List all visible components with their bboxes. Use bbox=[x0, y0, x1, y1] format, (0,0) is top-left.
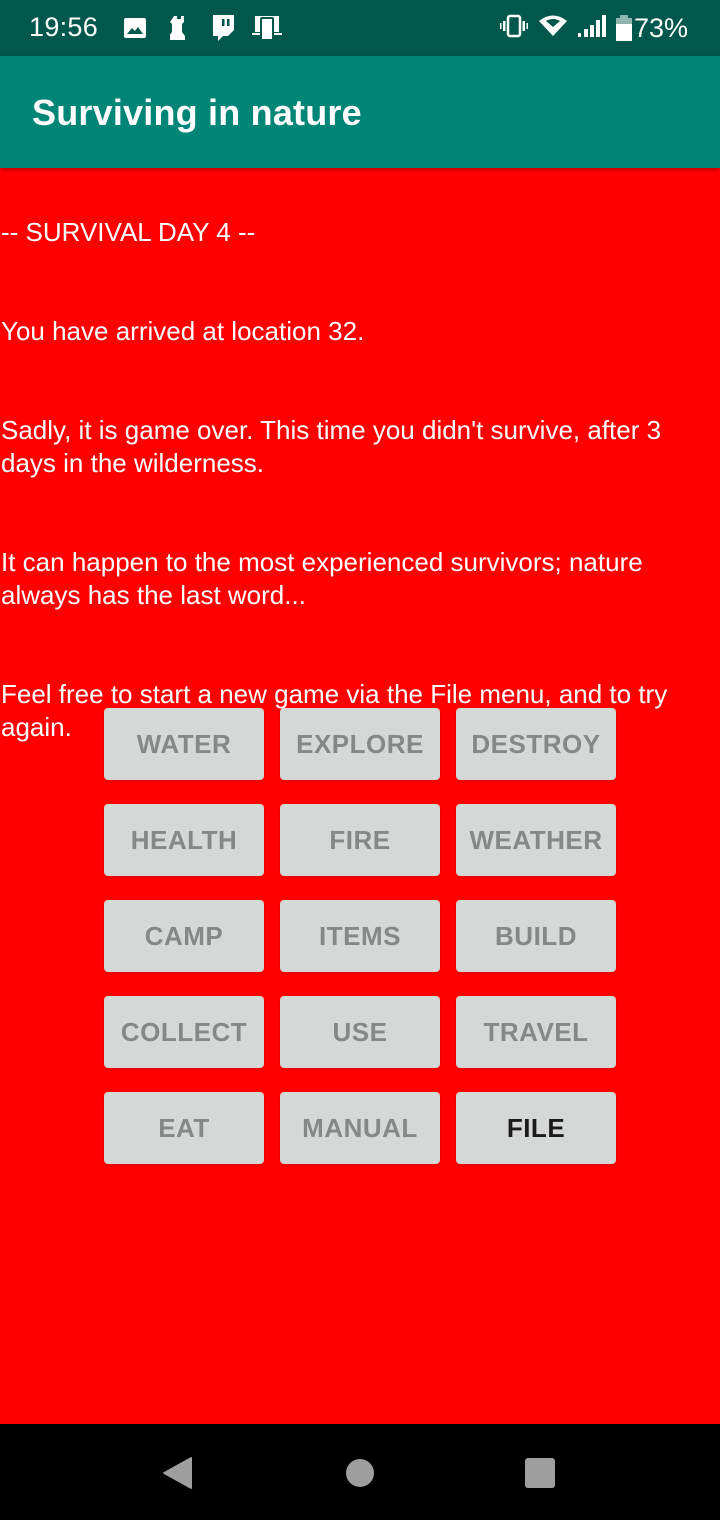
chess-rook-icon bbox=[170, 14, 188, 42]
manual-button[interactable]: MANUAL bbox=[280, 1092, 440, 1164]
log-line-day: -- SURVIVAL DAY 4 -- bbox=[1, 217, 256, 247]
back-button[interactable] bbox=[161, 1456, 195, 1490]
system-status-icons: 73% bbox=[499, 12, 688, 44]
file-button[interactable]: FILE bbox=[456, 1092, 616, 1164]
image-icon bbox=[123, 14, 147, 42]
eat-button[interactable]: EAT bbox=[104, 1092, 264, 1164]
travel-button[interactable]: TRAVEL bbox=[456, 996, 616, 1068]
status-bar: 19:56 73% bbox=[0, 0, 720, 56]
game-screen: -- SURVIVAL DAY 4 -- You have arrived at… bbox=[0, 168, 720, 1424]
log-line-location: You have arrived at location 32. bbox=[1, 316, 365, 346]
vibrate-icon bbox=[499, 14, 528, 43]
home-button[interactable] bbox=[343, 1456, 377, 1490]
build-button[interactable]: BUILD bbox=[456, 900, 616, 972]
weather-button[interactable]: WEATHER bbox=[456, 804, 616, 876]
navigation-bar bbox=[0, 1424, 720, 1520]
device-sync-icon bbox=[252, 14, 282, 42]
recents-button[interactable] bbox=[523, 1456, 557, 1490]
collect-button[interactable]: COLLECT bbox=[104, 996, 264, 1068]
use-button[interactable]: USE bbox=[280, 996, 440, 1068]
action-button-grid: WATER EXPLORE DESTROY HEALTH FIRE WEATHE… bbox=[104, 708, 616, 1164]
app-title: Surviving in nature bbox=[32, 92, 362, 133]
battery-icon bbox=[615, 15, 632, 41]
fire-button[interactable]: FIRE bbox=[280, 804, 440, 876]
camp-button[interactable]: CAMP bbox=[104, 900, 264, 972]
recents-square-icon bbox=[525, 1458, 555, 1488]
battery-percent: 73% bbox=[633, 12, 688, 43]
signal-icon bbox=[577, 14, 606, 42]
explore-button[interactable]: EXPLORE bbox=[280, 708, 440, 780]
twitch-icon bbox=[210, 14, 236, 42]
status-time: 19:56 bbox=[29, 12, 99, 42]
water-button[interactable]: WATER bbox=[104, 708, 264, 780]
home-circle-icon bbox=[346, 1459, 374, 1487]
app-bar: Surviving in nature bbox=[0, 56, 720, 168]
items-button[interactable]: ITEMS bbox=[280, 900, 440, 972]
destroy-button[interactable]: DESTROY bbox=[456, 708, 616, 780]
back-triangle-icon bbox=[163, 1457, 192, 1489]
battery-indicator: 73% bbox=[615, 12, 688, 44]
log-line-nature: It can happen to the most experienced su… bbox=[1, 547, 650, 610]
log-line-game-over: Sadly, it is game over. This time you di… bbox=[1, 415, 669, 478]
wifi-icon bbox=[538, 14, 568, 43]
health-button[interactable]: HEALTH bbox=[104, 804, 264, 876]
